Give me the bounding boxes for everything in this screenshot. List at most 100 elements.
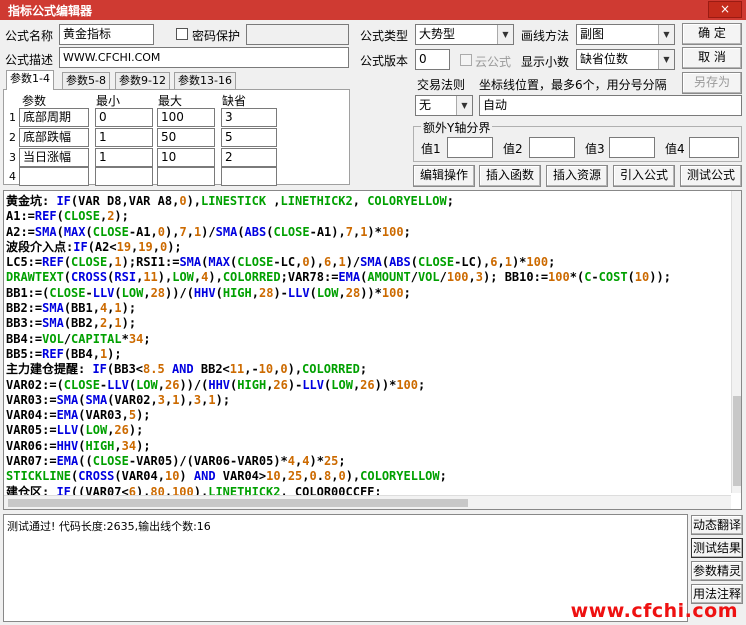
code-line: BB5:=REF(BB4,1); [6, 346, 122, 361]
close-button[interactable]: × [708, 1, 742, 18]
name-input[interactable]: 黄金指标 [59, 24, 154, 45]
code-line: BB3:=SMA(BB2,2,1); [6, 316, 137, 331]
desc-label: 公式描述 [5, 53, 54, 67]
trade-value: 无 [419, 98, 432, 112]
coord-label: 坐标线位置，最多6个，用分号分隔 [479, 78, 667, 92]
code-line: BB2:=SMA(BB1,4,1); [6, 301, 137, 316]
params-header-name: 参数 [22, 94, 47, 108]
yaxis-value1-input[interactable] [447, 137, 493, 158]
code-editor[interactable]: 黄金坑: IF(VAR D8,VAR A8,0),LINESTICK ,LINE… [3, 190, 742, 510]
window-title: 指标公式编辑器 [8, 4, 93, 18]
param-row-index: 4 [9, 170, 16, 183]
output-text: 测试通过! 代码长度:2635,输出线个数:16 [7, 520, 211, 533]
param-wizard-button[interactable]: 参数精灵 [691, 561, 743, 581]
tab-params-1-4[interactable]: 参数1-4 [6, 70, 54, 90]
coord-input[interactable]: 自动 [479, 95, 742, 116]
code-line: VAR04:=EMA(VAR03,5); [6, 408, 151, 423]
param-row-index: 2 [9, 131, 16, 144]
edit-op-button[interactable]: 编辑操作 [413, 165, 475, 187]
param-max-input[interactable] [157, 167, 215, 186]
password-input[interactable] [246, 24, 349, 45]
param-name-input[interactable]: 当日涨幅 [19, 148, 89, 167]
draw-label: 画线方法 [521, 29, 570, 43]
version-label: 公式版本 [360, 54, 409, 68]
type-value: 大势型 [419, 27, 456, 41]
decimals-label: 显示小数 [521, 55, 570, 69]
editor-vertical-scrollbar[interactable] [731, 191, 741, 493]
scroll-thumb[interactable] [8, 499, 468, 507]
param-max-input[interactable]: 50 [157, 128, 215, 147]
draw-select[interactable]: 副图 ▼ [576, 24, 675, 45]
params-header-default: 缺省 [222, 94, 247, 108]
password-label: 密码保护 [192, 29, 241, 43]
test-result-button[interactable]: 测试结果 [691, 538, 743, 558]
type-label: 公式类型 [360, 29, 409, 43]
chevron-down-icon: ▼ [658, 50, 674, 69]
yaxis-label: 额外Y轴分界 [421, 119, 493, 136]
dynamic-translate-button[interactable]: 动态翻译 [691, 515, 743, 535]
insert-resource-button[interactable]: 插入资源 [546, 165, 608, 187]
decimals-select[interactable]: 缺省位数 ▼ [576, 49, 675, 70]
ok-button[interactable]: 确 定 [682, 23, 742, 45]
save-as-button[interactable]: 另存为 [682, 72, 742, 94]
test-formula-button[interactable]: 测试公式 [680, 165, 742, 187]
param-default-input[interactable]: 3 [221, 108, 277, 127]
param-row-index: 1 [9, 111, 16, 124]
params-header-max: 最大 [158, 94, 183, 108]
param-row-index: 3 [9, 151, 16, 164]
code-line: LC5:=REF(CLOSE,1);RSI1:=SMA(MAX(CLOSE-LC… [6, 255, 556, 270]
trade-label: 交易法则 [417, 78, 466, 92]
code-line: VAR05:=LLV(LOW,26); [6, 423, 144, 438]
tab-params-13-16[interactable]: 参数13-16 [174, 72, 236, 90]
scroll-thumb[interactable] [733, 396, 741, 486]
param-max-input[interactable]: 100 [157, 108, 215, 127]
decimals-value: 缺省位数 [580, 52, 629, 66]
code-line: VAR03:=SMA(SMA(VAR02,3,1),3,1); [6, 392, 231, 407]
yaxis-value4-input[interactable] [689, 137, 739, 158]
param-name-input[interactable]: 底部跌幅 [19, 128, 89, 147]
param-name-input[interactable]: 底部周期 [19, 108, 89, 127]
param-max-input[interactable]: 10 [157, 148, 215, 167]
param-min-input[interactable] [95, 167, 153, 186]
param-name-input[interactable] [19, 167, 89, 186]
code-line: VAR07:=EMA((CLOSE-VAR05)/(VAR06-VAR05)*4… [6, 454, 346, 469]
code-line: A1:=REF(CLOSE,2); [6, 209, 129, 224]
password-checkbox[interactable] [176, 28, 188, 40]
yaxis-value3-input[interactable] [609, 137, 655, 158]
title-bar: 指标公式编辑器 × [0, 0, 746, 20]
params-header-min: 最小 [96, 94, 121, 108]
param-min-input[interactable]: 1 [95, 128, 153, 147]
param-default-input[interactable]: 2 [221, 148, 277, 167]
code-line: STICKLINE(CROSS(VAR04,10) AND VAR04>10,2… [6, 469, 447, 484]
yaxis-value2-label: 值2 [503, 142, 523, 156]
insert-function-button[interactable]: 插入函数 [479, 165, 541, 187]
param-min-input[interactable]: 1 [95, 148, 153, 167]
name-label: 公式名称 [5, 29, 54, 43]
yaxis-value2-input[interactable] [529, 137, 575, 158]
yaxis-value3-label: 值3 [585, 142, 605, 156]
param-min-input[interactable]: 0 [95, 108, 153, 127]
tab-params-5-8[interactable]: 参数5-8 [62, 72, 110, 90]
chevron-down-icon: ▼ [497, 25, 513, 44]
editor-horizontal-scrollbar[interactable] [4, 495, 731, 509]
desc-input[interactable]: WWW.CFCHI.COM [59, 47, 349, 68]
code-line: VAR02:=(CLOSE-LLV(LOW,26))/(HHV(HIGH,26)… [6, 377, 426, 392]
code-text: 黄金坑: IF(VAR D8,VAR A8,0),LINESTICK ,LINE… [6, 194, 671, 500]
draw-value: 副图 [580, 27, 605, 41]
param-default-input[interactable]: 5 [221, 128, 277, 147]
watermark-text: www.cfchi.com [570, 600, 738, 622]
tab-params-9-12[interactable]: 参数9-12 [115, 72, 170, 90]
cloud-checkbox[interactable] [460, 54, 472, 66]
code-line: VAR06:=HHV(HIGH,34); [6, 438, 151, 453]
type-select[interactable]: 大势型 ▼ [415, 24, 514, 45]
chevron-down-icon: ▼ [456, 96, 472, 115]
trade-select[interactable]: 无 ▼ [415, 95, 473, 116]
import-formula-button[interactable]: 引入公式 [613, 165, 675, 187]
version-input[interactable]: 0 [415, 49, 450, 70]
param-default-input[interactable] [221, 167, 277, 186]
chevron-down-icon: ▼ [658, 25, 674, 44]
code-line: BB1:=(CLOSE-LLV(LOW,28))/(HHV(HIGH,28)-L… [6, 285, 411, 300]
code-line: 波段介入点:IF(A2<19,19,0); [6, 239, 182, 254]
code-line: DRAWTEXT(CROSS(RSI,11),LOW,4),COLORRED;V… [6, 270, 671, 285]
cancel-button[interactable]: 取 消 [682, 47, 742, 69]
